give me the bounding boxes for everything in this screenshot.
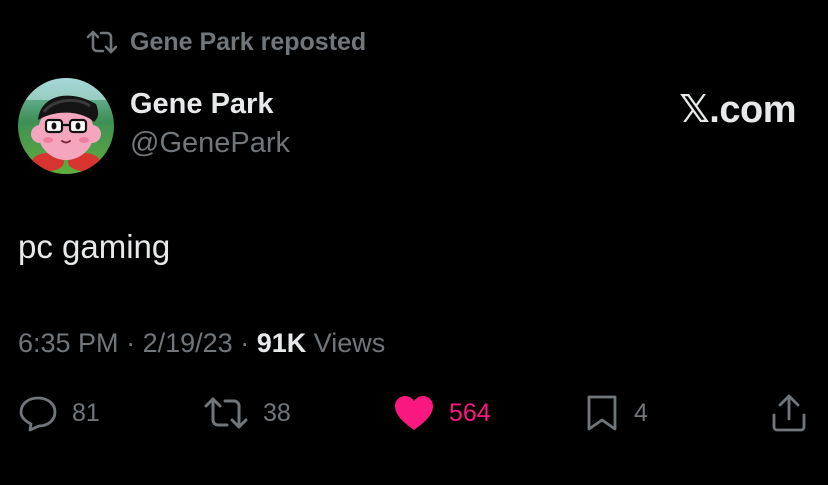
repost-button[interactable]: 38 bbox=[203, 392, 291, 434]
meta-separator: · bbox=[126, 328, 136, 358]
author-handle[interactable]: @GenePark bbox=[130, 125, 290, 161]
views-count: 91K bbox=[256, 328, 307, 358]
meta-separator: · bbox=[240, 328, 250, 358]
reply-button[interactable]: 81 bbox=[18, 392, 100, 434]
avatar[interactable] bbox=[18, 78, 114, 174]
author-block[interactable]: Gene Park @GenePark bbox=[130, 86, 290, 161]
repost-icon bbox=[203, 396, 249, 430]
author-display-name[interactable]: Gene Park bbox=[130, 86, 290, 122]
tweet-time[interactable]: 6:35 PM bbox=[18, 328, 119, 358]
action-bar: 81 38 564 4 bbox=[0, 392, 828, 434]
reply-count: 81 bbox=[72, 398, 100, 427]
views-label: Views bbox=[313, 328, 386, 358]
tweet-text: pc gaming bbox=[18, 228, 171, 265]
tweet-date[interactable]: 2/19/23 bbox=[143, 328, 233, 358]
share-icon bbox=[770, 393, 808, 433]
bookmark-count: 4 bbox=[634, 398, 648, 427]
share-button[interactable] bbox=[770, 392, 808, 434]
heart-icon bbox=[393, 394, 435, 432]
like-count: 564 bbox=[449, 398, 491, 427]
bookmark-button[interactable]: 4 bbox=[584, 392, 648, 434]
like-button[interactable]: 564 bbox=[393, 392, 491, 434]
tweet-meta: 6:35 PM · 2/19/23 · 91K Views bbox=[18, 326, 385, 360]
repost-icon bbox=[86, 29, 118, 55]
bookmark-icon bbox=[584, 394, 620, 432]
repost-count: 38 bbox=[263, 398, 291, 427]
repost-text[interactable]: Gene Park reposted bbox=[130, 28, 366, 57]
reply-icon bbox=[18, 394, 58, 432]
repost-indicator[interactable]: Gene Park reposted bbox=[86, 26, 366, 58]
brand-label: 𝕏.com bbox=[679, 89, 796, 131]
